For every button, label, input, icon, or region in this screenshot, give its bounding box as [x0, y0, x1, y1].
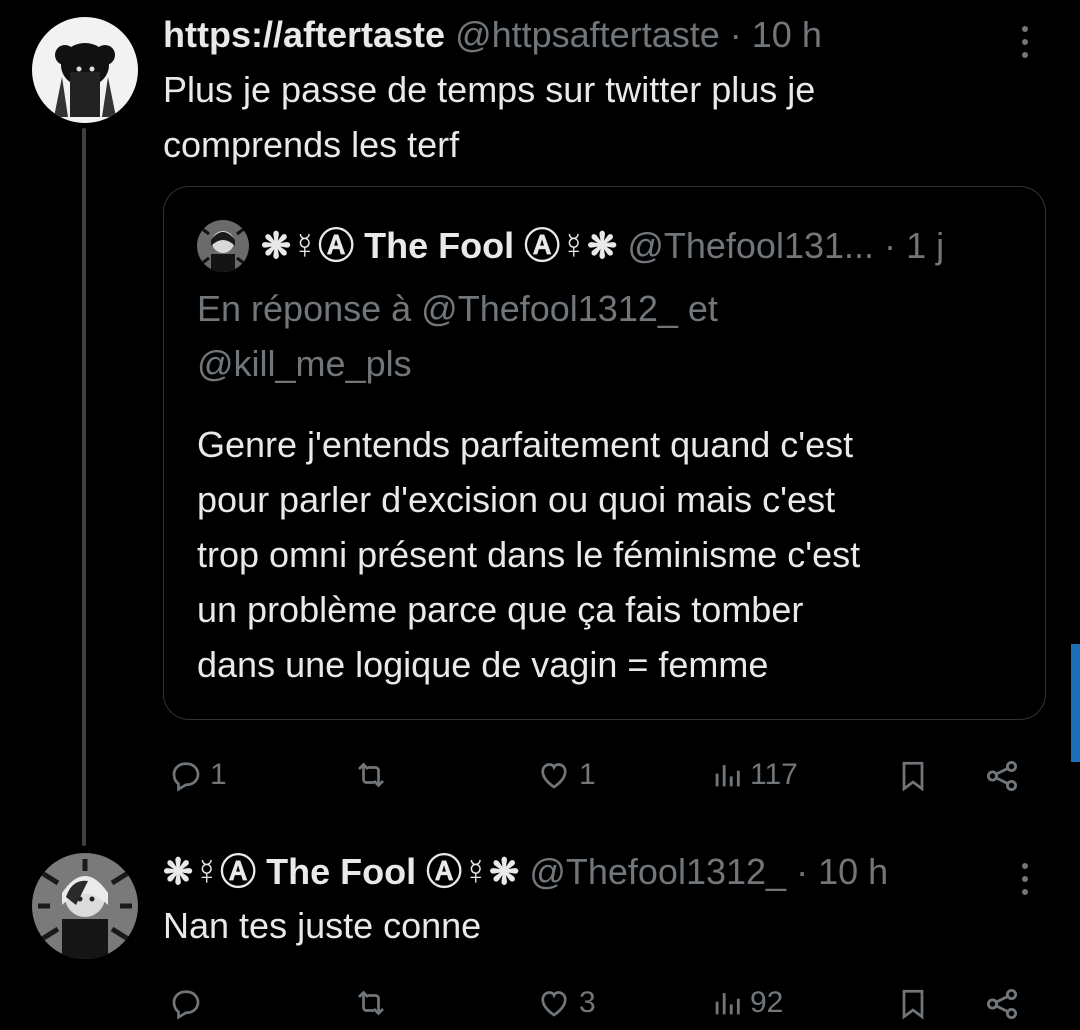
bookmark-button[interactable]	[895, 757, 931, 795]
share-button[interactable]	[983, 757, 1021, 795]
quote-text: Genre j'entends parfaitement quand c'est…	[197, 417, 860, 692]
quote-handle[interactable]: @Thefool131...	[627, 225, 874, 266]
tweet2-text: Nan tes juste conne	[163, 898, 481, 953]
views-button[interactable]: 92	[710, 985, 783, 1021]
retweet-button[interactable]	[351, 757, 397, 793]
tweet2-display-name[interactable]: ❋☿Ⓐ The Fool Ⓐ☿❋	[163, 851, 519, 892]
views-icon	[715, 765, 740, 787]
quote-reply-context: En réponse à @Thefool1312_ et @kill_me_p…	[197, 281, 718, 391]
share-icon	[986, 760, 1018, 792]
reply-context-line[interactable]: @kill_me_pls	[197, 336, 718, 391]
retweet-button[interactable]	[351, 985, 397, 1021]
tweet2-time[interactable]: 10 h	[818, 851, 888, 892]
retweet-icon	[358, 990, 384, 1016]
tweet2-text-line: Nan tes juste conne	[163, 905, 482, 946]
separator-dot: ·	[884, 225, 897, 266]
like-button[interactable]: 1	[535, 757, 596, 793]
quote-time[interactable]: 1 j	[906, 225, 944, 266]
views-count: 92	[750, 986, 784, 1019]
reply-count: 1	[210, 758, 227, 791]
quote-avatar	[197, 220, 249, 272]
like-count: 3	[579, 986, 596, 1019]
reply-button[interactable]: 1	[168, 757, 227, 793]
like-icon	[541, 763, 567, 789]
reply-context-line[interactable]: En réponse à @Thefool1312_ et	[197, 281, 718, 336]
like-button[interactable]: 3	[535, 985, 596, 1021]
tweet1-handle[interactable]: @httpsaftertaste	[455, 14, 720, 55]
tweet1-time[interactable]: 10 h	[752, 14, 822, 55]
tweet2-more-icon[interactable]	[1021, 863, 1029, 895]
tweet1-text: Plus je passe de temps sur twitter plus …	[163, 62, 815, 172]
views-button[interactable]: 117	[710, 757, 798, 793]
quoted-tweet-card[interactable]: ❋☿Ⓐ The Fool Ⓐ☿❋ @Thefool131... · 1 j En…	[163, 186, 1046, 720]
avatar-thefool[interactable]	[32, 853, 138, 959]
separator-dot: ·	[729, 14, 742, 55]
tweet1-more-icon[interactable]	[1021, 26, 1029, 58]
reply-button[interactable]	[168, 985, 210, 1021]
avatar-aftertaste[interactable]	[32, 17, 138, 123]
views-icon	[715, 993, 740, 1015]
tweet1-text-line: Plus je passe de temps sur twitter plus …	[163, 69, 816, 110]
share-icon	[986, 988, 1018, 1020]
quote-text-line: pour parler d'excision ou quoi mais c'es…	[197, 479, 836, 520]
reply-icon	[172, 990, 200, 1020]
tweet1-display-name[interactable]: https://aftertaste	[163, 14, 445, 55]
tweet1-header: https://aftertaste @httpsaftertaste · 10…	[163, 15, 822, 55]
quote-text-line: dans une logique de vagin = femme	[197, 644, 769, 685]
like-count: 1	[579, 758, 596, 791]
tweet1-text-line: comprends les terf	[163, 124, 460, 165]
tweet2-action-bar: 3 92	[163, 980, 1043, 1030]
thread-connector	[82, 128, 86, 846]
tweet2-header: ❋☿Ⓐ The Fool Ⓐ☿❋ @Thefool1312_ · 10 h	[163, 852, 888, 892]
reply-icon	[172, 762, 200, 792]
scrollbar-thumb[interactable]	[1071, 644, 1080, 762]
tweet2-handle[interactable]: @Thefool1312_	[529, 851, 786, 892]
quote-text-line: Genre j'entends parfaitement quand c'est	[197, 424, 854, 465]
quote-header: ❋☿Ⓐ The Fool Ⓐ☿❋ @Thefool131... · 1 j	[261, 225, 944, 267]
tweet1-action-bar: 1 1 117	[163, 752, 1043, 802]
quote-text-line: trop omni présent dans le féminisme c'es…	[197, 534, 861, 575]
quote-display-name[interactable]: ❋☿Ⓐ The Fool Ⓐ☿❋	[261, 225, 617, 266]
share-button[interactable]	[983, 985, 1021, 1023]
retweet-icon	[358, 762, 384, 788]
bookmark-icon	[902, 761, 924, 792]
views-count: 117	[750, 758, 798, 791]
bookmark-icon	[902, 989, 924, 1020]
quote-text-line: un problème parce que ça fais tomber	[197, 589, 804, 630]
separator-dot: ·	[796, 851, 809, 892]
like-icon	[541, 991, 567, 1017]
bookmark-button[interactable]	[895, 985, 931, 1023]
